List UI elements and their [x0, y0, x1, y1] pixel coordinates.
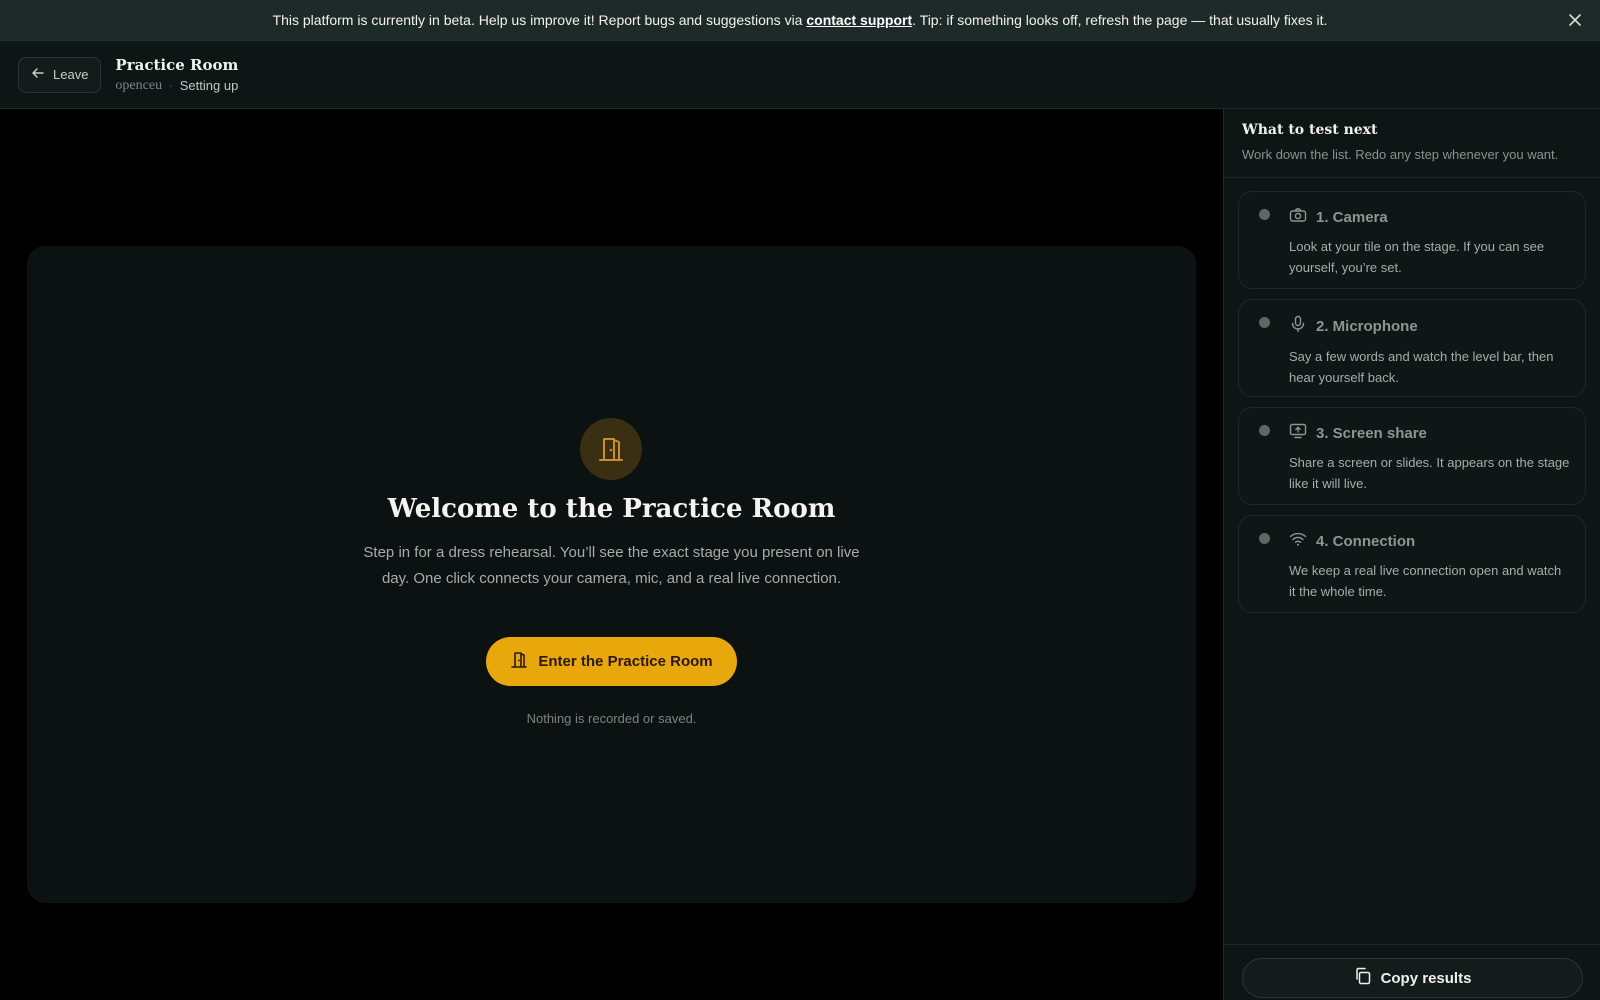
banner-text-after: . Tip: if something looks off, refresh t…: [912, 12, 1328, 28]
microphone-icon: [1289, 315, 1307, 337]
copy-results-button[interactable]: Copy results: [1242, 958, 1583, 998]
welcome-description: Step in for a dress rehearsal. You’ll se…: [363, 544, 860, 587]
close-icon[interactable]: [1566, 11, 1584, 29]
page-title: Practice Room: [115, 55, 239, 74]
step-status-dot: [1259, 317, 1270, 328]
step-title: 3. Screen share: [1316, 424, 1427, 442]
test-checklist-sidebar: What to test next Work down the list. Re…: [1223, 109, 1600, 1000]
step-microphone[interactable]: 2. Microphone Say a few words and watch …: [1238, 299, 1586, 397]
stage: Welcome to the Practice Room Step in for…: [0, 109, 1223, 1000]
step-heading: 1. Camera: [1289, 207, 1571, 227]
step-list: 1. Camera Look at your tile on the stage…: [1224, 178, 1600, 613]
step-heading: 3. Screen share: [1289, 423, 1571, 443]
screen-share-icon: [1289, 423, 1307, 443]
org-name: openceu: [115, 77, 163, 93]
step-title: 1. Camera: [1316, 208, 1388, 226]
step-description: We keep a real live connection open and …: [1289, 563, 1562, 599]
step-description: Look at your tile on the stage. If you c…: [1289, 239, 1545, 275]
camera-icon: [1289, 207, 1307, 227]
step-heading: 4. Connection: [1289, 531, 1571, 551]
door-icon: [580, 418, 642, 480]
beta-banner: This platform is currently in beta. Help…: [0, 0, 1600, 41]
leave-label: Leave: [53, 67, 89, 82]
step-title: 2. Microphone: [1316, 317, 1418, 335]
sidebar-title: What to test next: [1242, 122, 1378, 138]
header-subtitle: openceu · Setting up: [115, 78, 238, 94]
wifi-icon: [1289, 531, 1307, 551]
step-camera[interactable]: 1. Camera Look at your tile on the stage…: [1238, 191, 1586, 289]
welcome-card: Welcome to the Practice Room Step in for…: [27, 246, 1196, 903]
contact-support-link[interactable]: contact support: [806, 12, 912, 28]
copy-results-label: Copy results: [1380, 969, 1472, 987]
sidebar-footer: Copy results: [1224, 944, 1600, 1000]
sidebar-header: What to test next Work down the list. Re…: [1224, 109, 1600, 178]
door-icon: [510, 651, 528, 673]
separator-dot: ·: [169, 79, 173, 92]
banner-text-before: This platform is currently in beta. Help…: [272, 12, 807, 28]
step-title: 4. Connection: [1316, 532, 1416, 550]
enter-button-label: Enter the Practice Room: [538, 653, 713, 670]
sidebar-subtitle: Work down the list. Redo any step whenev…: [1242, 147, 1559, 162]
step-status-dot: [1259, 533, 1270, 544]
step-screen-share[interactable]: 3. Screen share Share a screen or slides…: [1238, 407, 1586, 505]
header-titles: Practice Room openceu · Setting up: [115, 56, 238, 94]
step-status-dot: [1259, 209, 1270, 220]
copy-icon: [1354, 967, 1372, 989]
enter-practice-room-button[interactable]: Enter the Practice Room: [486, 637, 737, 686]
step-connection[interactable]: 4. Connection We keep a real live connec…: [1238, 515, 1586, 613]
status-text: Setting up: [179, 78, 239, 93]
step-status-dot: [1259, 425, 1270, 436]
welcome-title: Welcome to the Practice Room: [387, 494, 836, 524]
step-description: Say a few words and watch the level bar,…: [1289, 349, 1554, 385]
arrow-left-icon: [31, 66, 45, 83]
room-header: Leave Practice Room openceu · Setting up: [0, 41, 1600, 109]
banner-message: This platform is currently in beta. Help…: [273, 12, 1328, 28]
step-description: Share a screen or slides. It appears on …: [1289, 455, 1570, 491]
privacy-note: Nothing is recorded or saved.: [526, 711, 697, 726]
step-heading: 2. Microphone: [1289, 315, 1571, 337]
leave-button[interactable]: Leave: [18, 56, 102, 93]
